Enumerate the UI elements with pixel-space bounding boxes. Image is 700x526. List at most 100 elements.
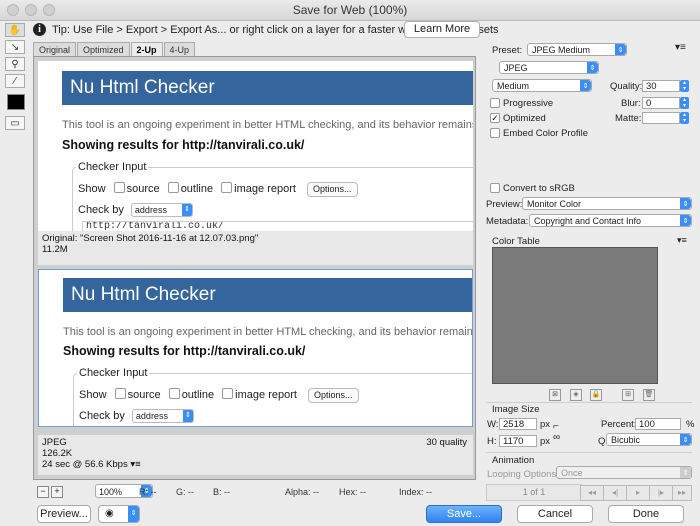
source-label: source [127, 389, 161, 401]
lock-color-icon[interactable]: 🔒 [590, 389, 602, 401]
first-frame-icon[interactable]: ◂◂ [580, 485, 604, 501]
color-table-menu-icon[interactable]: ▾≡ [677, 235, 687, 246]
matte-select[interactable] [642, 112, 680, 124]
show-label: Show [78, 183, 106, 195]
done-button[interactable]: Done [608, 505, 684, 523]
preset-label: Preset: [492, 45, 523, 56]
outline-checkbox [167, 182, 179, 193]
percent-label: Percent: [601, 419, 637, 430]
image-size-label: Image Size [492, 404, 540, 415]
view-tabs: Original Optimized 2-Up 4-Up [33, 42, 196, 57]
next-frame-icon[interactable]: |▸ [649, 485, 673, 501]
optimized-size: 126.2K [42, 448, 73, 459]
convert-srgb-checkbox[interactable] [490, 183, 500, 193]
bottom-status-bar: − + 100% ⇕ R: -- G: -- B: -- Alpha: -- He… [33, 484, 476, 500]
metadata-value: Copyright and Contact Info [534, 216, 642, 226]
width-label: W: [487, 419, 499, 430]
original-size: 11.2M [42, 244, 68, 255]
quality-input[interactable]: 30 [642, 80, 680, 92]
tab-4-up[interactable]: 4-Up [163, 42, 196, 57]
save-button[interactable]: Save... [426, 505, 502, 523]
zoom-out-button[interactable]: − [37, 486, 49, 498]
check-by-label: Check by [79, 410, 125, 422]
source-checkbox [114, 388, 126, 399]
chevron-updown-icon: ⇕ [580, 80, 591, 91]
format-select[interactable]: JPEG ⇕ [499, 61, 599, 74]
index-readout: Index: -- [399, 487, 433, 497]
page-title: Nu Html Checker [62, 71, 473, 105]
tab-2-up[interactable]: 2-Up [130, 42, 163, 57]
quality-stepper[interactable]: ▴ ▾ [680, 80, 689, 92]
page-description: This tool is an ongoing experiment in be… [62, 119, 473, 131]
play-icon[interactable]: ▸ [626, 485, 650, 501]
check-by-select: address ⇕ [131, 409, 194, 423]
zoom-tool-icon[interactable]: ⚲ [5, 57, 25, 71]
toggle-slices-icon[interactable]: ▭ [5, 116, 25, 130]
preset-select[interactable]: JPEG Medium ⇕ [527, 43, 627, 56]
chevron-updown-icon: ⇕ [615, 44, 626, 55]
preset-value: JPEG Medium [532, 45, 591, 55]
tab-optimized[interactable]: Optimized [77, 42, 130, 57]
last-frame-icon[interactable]: ▸▸ [672, 485, 692, 501]
browser-icon: ◉ [105, 508, 114, 519]
width-unit: px [540, 419, 551, 430]
optimized-preview-pane[interactable]: Nu Html Checker This tool is an ongoing … [38, 269, 473, 427]
browser-preview-select[interactable]: ◉ ⇕ [98, 505, 140, 523]
quality-level-value: Medium [497, 81, 530, 91]
resample-quality-select[interactable]: Bicubic ⇕ [606, 433, 692, 446]
results-heading: Showing results for http://tanvirali.co.… [63, 344, 306, 358]
percent-input[interactable]: 100 [635, 418, 681, 430]
web-snap-icon[interactable]: ◈ [570, 389, 582, 401]
optimized-label: Optimized [503, 113, 546, 124]
original-preview-pane[interactable]: Nu Html Checker This tool is an ongoing … [38, 61, 473, 231]
learn-more-button[interactable]: Learn More [404, 21, 480, 38]
show-row: Show source outline image report Options… [78, 182, 358, 197]
panel-menu-icon[interactable]: ▾≡ [675, 42, 686, 53]
fieldset-legend: Checker Input [77, 367, 150, 379]
looping-options-select[interactable]: Once ⇕ [556, 466, 692, 479]
optimized-checkbox[interactable]: ✓ [490, 113, 500, 123]
height-unit: px [540, 436, 551, 447]
metadata-label: Metadata: [486, 216, 529, 227]
eyedropper-tool-icon[interactable]: ⁄ [5, 74, 25, 88]
preview-button[interactable]: Preview... [37, 505, 91, 523]
check-by-select: address ⇕ [130, 203, 193, 217]
hand-tool-icon[interactable]: ✋ [5, 23, 25, 37]
page-title: Nu Html Checker [63, 278, 472, 312]
width-input[interactable]: 2518 [499, 418, 537, 430]
metadata-select[interactable]: Copyright and Contact Info ⇕ [529, 214, 692, 227]
preview-area[interactable]: Nu Html Checker This tool is an ongoing … [33, 56, 476, 480]
progressive-checkbox[interactable] [490, 98, 500, 108]
cancel-button[interactable]: Cancel [517, 505, 593, 523]
link-proportions-icon[interactable]: ⌐ ∞ [553, 421, 560, 443]
download-speed-menu-icon[interactable]: ▾≡ [130, 459, 140, 470]
map-to-transparent-icon[interactable]: ⊠ [549, 389, 561, 401]
outline-label: outline [181, 389, 215, 401]
image-report-label: image report [235, 389, 297, 401]
previous-frame-icon[interactable]: ◂| [603, 485, 627, 501]
new-color-icon[interactable]: ⊞ [622, 389, 634, 401]
preview-color-select[interactable]: Monitor Color ⇕ [522, 197, 692, 210]
zoom-in-button[interactable]: + [51, 486, 63, 498]
blur-stepper[interactable]: ▴ ▾ [680, 97, 689, 109]
embed-color-profile-label: Embed Color Profile [503, 128, 589, 139]
trash-icon[interactable]: 🗑 [643, 389, 655, 401]
color-table[interactable] [492, 247, 658, 384]
resample-quality-value: Bicubic [611, 435, 641, 445]
quality-label: Quality: [610, 81, 643, 92]
embed-color-profile-checkbox[interactable] [490, 128, 500, 138]
height-input[interactable]: 1170 [499, 435, 537, 447]
optimized-info: JPEG 126.2K 24 sec @ 56.6 Kbps ▾≡ 30 qua… [38, 435, 473, 475]
show-label: Show [79, 389, 107, 401]
slice-select-tool-icon[interactable]: ↘ [5, 40, 25, 54]
eyedropper-color-swatch[interactable] [7, 94, 25, 110]
quality-level-select[interactable]: Medium ⇕ [492, 79, 592, 92]
outline-checkbox [168, 388, 180, 399]
tab-original[interactable]: Original [33, 42, 77, 57]
tip-bar: i Tip: Use File > Export > Export As... … [0, 20, 700, 40]
blur-input[interactable]: 0 [642, 97, 680, 109]
matte-dropdown-icon[interactable]: ▴ ▾ [680, 112, 689, 124]
frame-counter: 1 of 1 [486, 484, 582, 501]
fieldset-legend: Checker Input [76, 161, 149, 173]
check-by-row: Check by address ⇕ [78, 203, 193, 217]
